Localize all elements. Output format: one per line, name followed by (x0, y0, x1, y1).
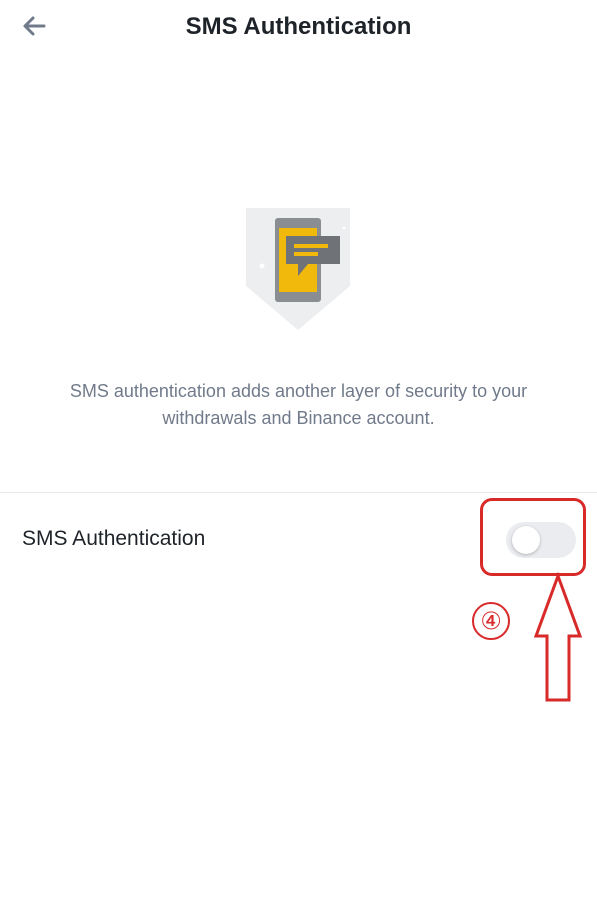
sms-phone-shield-icon (240, 200, 356, 334)
sms-authentication-toggle[interactable] (506, 522, 576, 558)
sms-authentication-label: SMS Authentication (22, 527, 206, 550)
description-line-2: withdrawals and Binance account. (162, 408, 435, 428)
step-number-badge: ④ (472, 602, 510, 640)
arrow-left-icon (23, 16, 46, 36)
page-title: SMS Authentication (185, 13, 412, 40)
description-text: SMS authentication adds another layer of… (30, 378, 567, 432)
toggle-knob (512, 526, 540, 554)
top-bar: SMS Authentication (0, 0, 597, 56)
arrow-up-icon (533, 572, 583, 702)
description-line-1: SMS authentication adds another layer of… (69, 381, 528, 401)
back-button[interactable] (14, 8, 54, 44)
sms-authentication-row: SMS Authentication (0, 493, 597, 585)
